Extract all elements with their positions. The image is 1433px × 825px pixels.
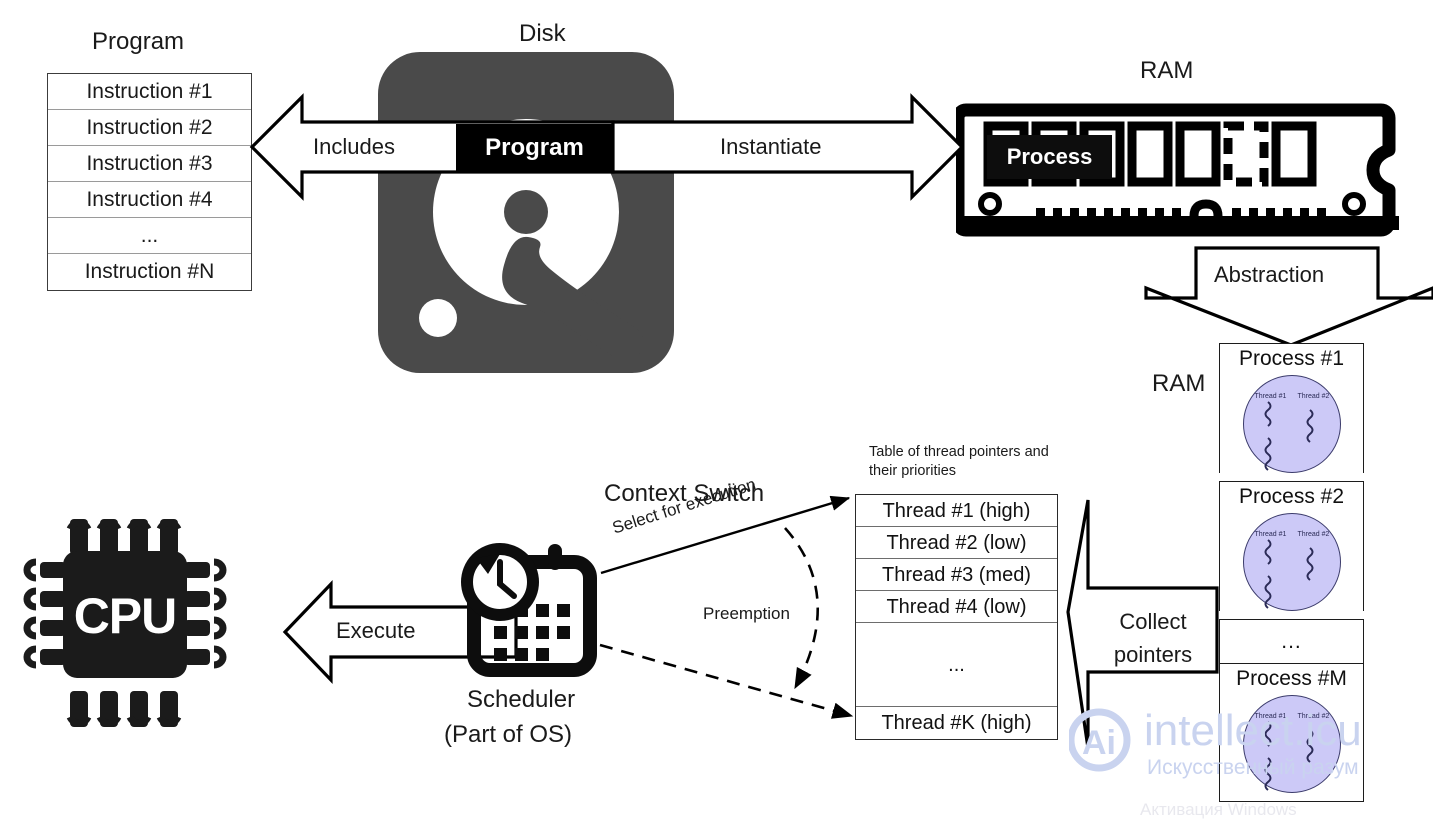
table-row: Thread #K (high) bbox=[881, 712, 1032, 734]
process-title: Process #M bbox=[1236, 667, 1347, 690]
program-instruction-table: Instruction #1 Instruction #2 Instructio… bbox=[47, 73, 252, 291]
abstraction-label: Abstraction bbox=[1214, 262, 1325, 287]
instantiate-label: Instantiate bbox=[720, 134, 822, 159]
disk-title: Disk bbox=[519, 20, 566, 47]
svg-text:CPU: CPU bbox=[74, 588, 177, 644]
select-for-execution-arrow bbox=[600, 495, 851, 575]
execute-label: Execute bbox=[336, 618, 416, 643]
list-item: Instruction #4 bbox=[48, 182, 251, 218]
table-row: ... bbox=[856, 623, 1057, 707]
scheduler-subtitle: (Part of OS) bbox=[444, 721, 573, 748]
scheduler-name: Scheduler bbox=[467, 686, 576, 713]
list-item: Instruction #2 bbox=[48, 110, 251, 146]
watermark: Ai intellect.icu Искусственный разум bbox=[1067, 700, 1429, 795]
process-threads-circle: Thread #1 Thread #2 bbox=[1242, 375, 1341, 473]
preemption-arrow bbox=[599, 643, 854, 719]
process-title: Process #2 bbox=[1238, 485, 1345, 508]
hard-disk-icon bbox=[376, 50, 676, 375]
program-title: Program bbox=[92, 28, 185, 55]
windows-activation-notice: Активация Windows bbox=[1140, 800, 1297, 819]
table-row: Thread #4 (low) bbox=[856, 591, 1057, 623]
list-item: Instruction #3 bbox=[48, 146, 251, 182]
collect-pointers-label: Collect pointers bbox=[1113, 609, 1193, 667]
list-item: Instruction #N bbox=[84, 260, 215, 283]
list-item: ... bbox=[48, 218, 251, 254]
ai-logo-icon: Ai bbox=[1082, 724, 1116, 762]
table-row: Thread #2 (low) bbox=[856, 527, 1057, 559]
table-row: Thread #3 (med) bbox=[856, 559, 1057, 591]
preemption-label: Preemption bbox=[703, 604, 790, 623]
program-chip-label: Program bbox=[456, 124, 613, 171]
process-threads-circle: Thread #1 Thread #2 bbox=[1242, 513, 1341, 611]
diagram-canvas: Program Instruction #1 Instruction #2 In… bbox=[0, 0, 1433, 820]
process-box: Process #1 Thread #1 Thread #2 bbox=[1219, 343, 1364, 473]
process-title: Process #1 bbox=[1238, 347, 1345, 370]
cpu-chip-icon: CPU bbox=[8, 505, 273, 775]
includes-label: Includes bbox=[313, 134, 395, 159]
watermark-tagline: Искусственный разум bbox=[1147, 756, 1359, 779]
thread-pointer-table: Thread #1 (high) Thread #2 (low) Thread … bbox=[855, 494, 1058, 740]
ram-lower-title: RAM bbox=[1152, 370, 1206, 397]
calendar-clock-icon bbox=[452, 536, 612, 681]
process-chip-label: Process bbox=[987, 135, 1112, 179]
process-box: Process #2 Thread #1 Thread #2 bbox=[1219, 481, 1364, 611]
table-row: Thread #1 (high) bbox=[856, 495, 1057, 527]
thread-table-caption: Table of thread pointers and their prior… bbox=[869, 444, 1049, 479]
ram-title: RAM bbox=[1140, 57, 1194, 84]
list-item: Instruction #1 bbox=[48, 74, 251, 110]
watermark-brand: intellect.icu bbox=[1144, 706, 1362, 755]
process-ellipsis: ... bbox=[1219, 619, 1364, 663]
